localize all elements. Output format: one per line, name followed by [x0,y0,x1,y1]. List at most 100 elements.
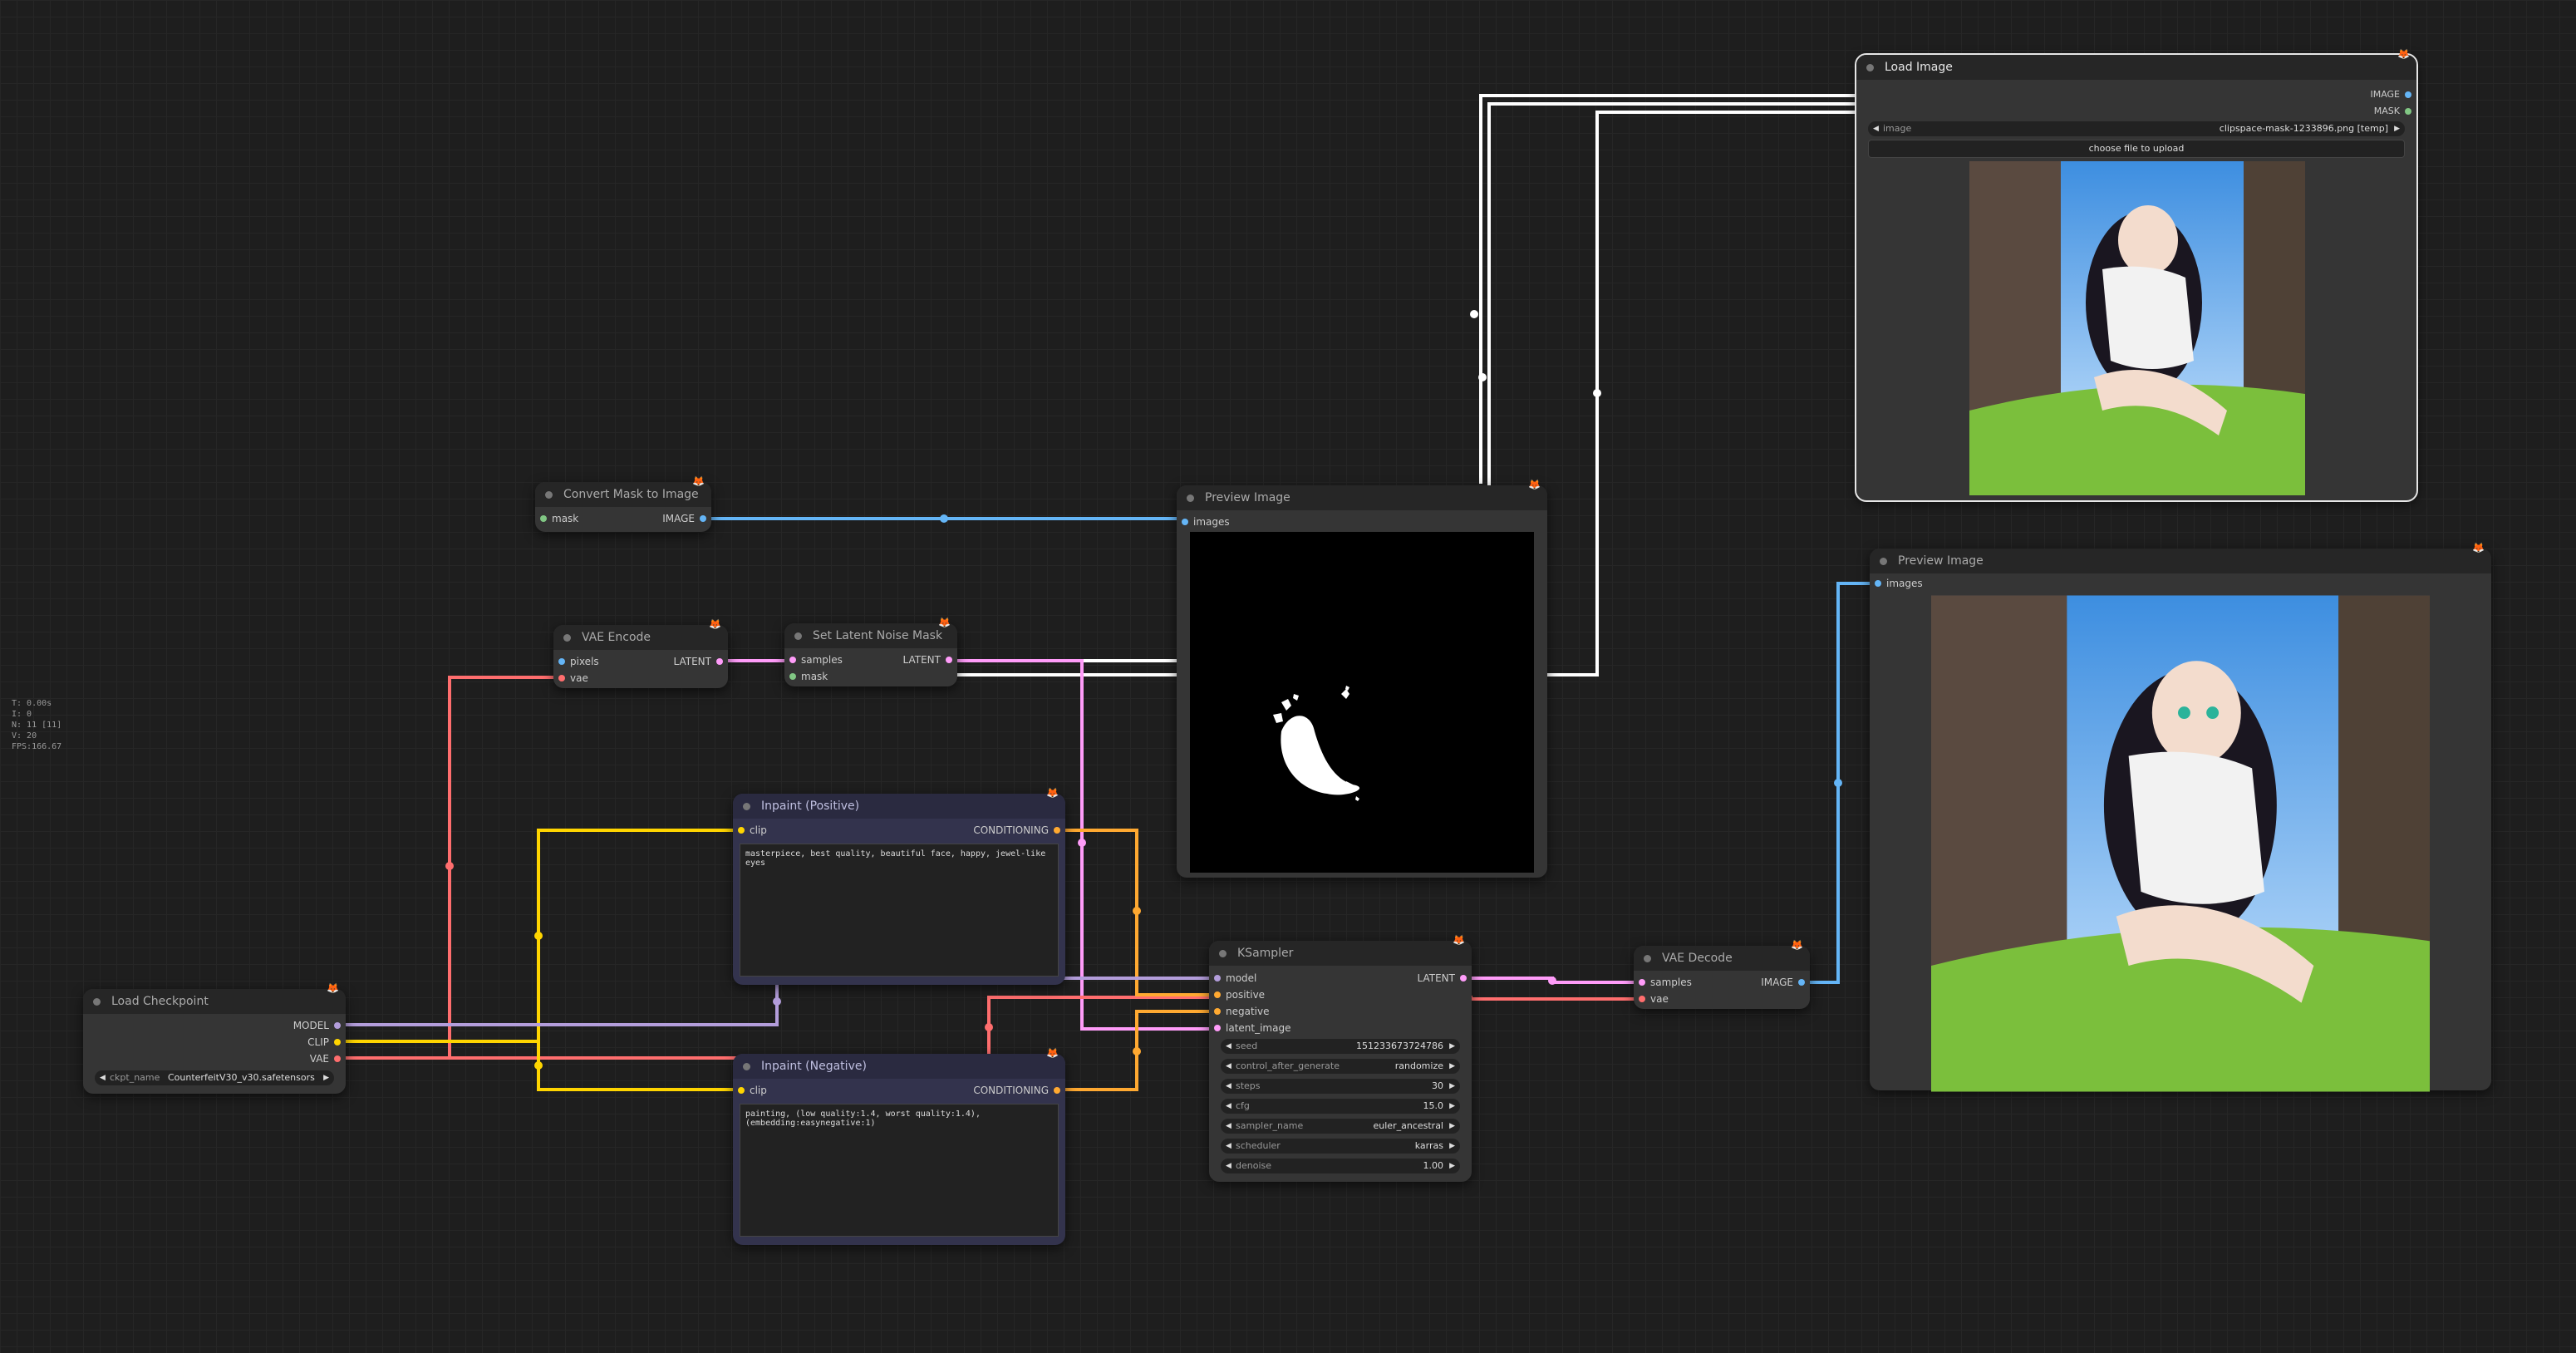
node-title[interactable]: Inpaint (Negative) 🦊 [733,1047,1065,1079]
socket-dot-icon[interactable] [1214,991,1221,998]
scheduler-widget[interactable]: ◀ scheduler karras ▶ [1221,1139,1460,1154]
collapse-dot-icon[interactable] [1187,494,1194,502]
arrow-left-icon[interactable]: ◀ [100,1070,106,1085]
socket-dot-icon[interactable] [1798,979,1805,986]
arrow-right-icon[interactable]: ▶ [1449,1099,1455,1114]
socket-dot-icon[interactable] [540,515,547,522]
control-after-generate-widget[interactable]: ◀ control_after_generate randomize ▶ [1221,1059,1460,1074]
image-combo[interactable]: ◀ image clipspace-mask-1233896.png [temp] ▶ [1868,121,2405,136]
input-clip[interactable]: clip CONDITIONING [733,822,1065,839]
node-title[interactable]: Load Image 🦊 [1856,48,2416,80]
arrow-right-icon[interactable]: ▶ [1449,1059,1455,1074]
node-inpaint-negative[interactable]: Inpaint (Negative) 🦊 clip CONDITIONING pai… [733,1047,1065,1245]
socket-dot-icon[interactable] [334,1039,341,1046]
collapse-dot-icon[interactable] [1644,955,1651,962]
socket-dot-icon[interactable] [1639,979,1645,986]
upload-button[interactable]: choose file to upload [1868,140,2405,158]
collapse-dot-icon[interactable] [794,632,802,640]
socket-dot-icon[interactable] [1875,580,1881,587]
arrow-right-icon[interactable]: ▶ [2394,121,2400,136]
ckpt-name-combo[interactable]: ◀ ckpt_name CounterfeitV30_v30.safetensors… [95,1070,334,1085]
node-inpaint-positive[interactable]: Inpaint (Positive) 🦊 clip CONDITIONING mas… [733,787,1065,985]
input-negative[interactable]: negative [1209,1003,1472,1020]
input-positive[interactable]: positive [1209,986,1472,1003]
input-pixels[interactable]: pixels LATENT [553,653,728,670]
cfg-widget[interactable]: ◀ cfg 15.0 ▶ [1221,1099,1460,1114]
collapse-dot-icon[interactable] [545,491,553,499]
arrow-left-icon[interactable]: ◀ [1226,1139,1231,1154]
node-set-latent-noise-mask[interactable]: Set Latent Noise Mask 🦊 samples LATENT mas… [784,617,957,686]
input-model[interactable]: model LATENT [1209,970,1472,986]
node-title[interactable]: Preview Image 🦊 [1870,542,2491,573]
node-title[interactable]: KSampler 🦊 [1209,934,1472,966]
node-title[interactable]: Preview Image 🦊 [1177,479,1547,510]
node-ksampler[interactable]: KSampler 🦊 model LATENT positive negative … [1209,934,1472,1182]
node-preview-image-mask[interactable]: Preview Image 🦊 images [1177,479,1547,878]
node-vae-encode[interactable]: VAE Encode 🦊 pixels LATENT vae [553,618,728,688]
arrow-left-icon[interactable]: ◀ [1226,1059,1231,1074]
socket-dot-icon[interactable] [334,1055,341,1062]
arrow-right-icon[interactable]: ▶ [323,1070,329,1085]
output-vae[interactable]: VAE [83,1050,346,1067]
node-title[interactable]: VAE Decode 🦊 [1634,939,1810,971]
collapse-dot-icon[interactable] [563,634,571,642]
socket-dot-icon[interactable] [334,1022,341,1029]
socket-dot-icon[interactable] [789,657,796,663]
output-clip[interactable]: CLIP [83,1034,346,1050]
socket-dot-icon[interactable] [2405,108,2411,115]
collapse-dot-icon[interactable] [1219,950,1227,957]
arrow-right-icon[interactable]: ▶ [1449,1119,1455,1134]
input-vae[interactable]: vae [553,670,728,686]
socket-dot-icon[interactable] [1054,1087,1060,1094]
node-load-checkpoint[interactable]: Load Checkpoint 🦊 MODEL CLIP VAE ◀ ckpt_na… [83,982,346,1094]
node-convert-mask-to-image[interactable]: Convert Mask to Image 🦊 mask IMAGE [535,475,711,532]
input-mask[interactable]: mask [784,668,957,685]
input-latent-image[interactable]: latent_image [1209,1020,1472,1036]
output-mask[interactable]: MASK [1856,103,2416,120]
arrow-right-icon[interactable]: ▶ [1449,1159,1455,1173]
input-images[interactable]: images [1177,514,1547,530]
node-preview-image-result[interactable]: Preview Image 🦊 images [1870,542,2491,1092]
socket-dot-icon[interactable] [946,657,952,663]
node-load-image[interactable]: Load Image 🦊 IMAGE MASK ◀ image clipspace-m… [1855,48,2418,502]
steps-widget[interactable]: ◀ steps 30 ▶ [1221,1079,1460,1094]
collapse-dot-icon[interactable] [93,998,101,1006]
node-title[interactable]: VAE Encode 🦊 [553,618,728,650]
input-samples[interactable]: samples IMAGE [1634,974,1810,991]
node-title[interactable]: Set Latent Noise Mask 🦊 [784,617,957,648]
arrow-left-icon[interactable]: ◀ [1226,1099,1231,1114]
socket-dot-icon[interactable] [789,673,796,680]
prompt-textarea[interactable]: painting, (low quality:1.4, worst qualit… [740,1104,1059,1237]
prompt-textarea[interactable]: masterpiece, best quality, beautiful fac… [740,844,1059,977]
arrow-left-icon[interactable]: ◀ [1226,1159,1231,1173]
output-model[interactable]: MODEL [83,1017,346,1034]
arrow-left-icon[interactable]: ◀ [1226,1039,1231,1054]
socket-dot-icon[interactable] [716,658,723,665]
arrow-right-icon[interactable]: ▶ [1449,1139,1455,1154]
node-title[interactable]: Inpaint (Positive) 🦊 [733,787,1065,819]
arrow-left-icon[interactable]: ◀ [1226,1119,1231,1134]
arrow-right-icon[interactable]: ▶ [1449,1039,1455,1054]
socket-dot-icon[interactable] [738,1087,745,1094]
sampler-name-widget[interactable]: ◀ sampler_name euler_ancestral ▶ [1221,1119,1460,1134]
node-title[interactable]: Load Checkpoint 🦊 [83,982,346,1014]
socket-dot-icon[interactable] [558,675,565,681]
input-samples[interactable]: samples LATENT [784,652,957,668]
collapse-dot-icon[interactable] [1866,64,1874,71]
socket-dot-icon[interactable] [1214,1025,1221,1031]
socket-dot-icon[interactable] [2405,91,2411,98]
input-images[interactable]: images [1870,575,2491,592]
arrow-left-icon[interactable]: ◀ [1873,121,1879,136]
input-clip[interactable]: clip CONDITIONING [733,1082,1065,1099]
socket-dot-icon[interactable] [1460,975,1467,982]
collapse-dot-icon[interactable] [1880,558,1887,565]
socket-dot-icon[interactable] [558,658,565,665]
denoise-widget[interactable]: ◀ denoise 1.00 ▶ [1221,1159,1460,1173]
socket-dot-icon[interactable] [1214,1008,1221,1015]
collapse-dot-icon[interactable] [743,1063,750,1070]
input-mask[interactable]: mask IMAGE [535,510,711,527]
input-vae[interactable]: vae [1634,991,1810,1007]
seed-widget[interactable]: ◀ seed 151233673724786 ▶ [1221,1039,1460,1054]
socket-dot-icon[interactable] [700,515,706,522]
arrow-left-icon[interactable]: ◀ [1226,1079,1231,1094]
